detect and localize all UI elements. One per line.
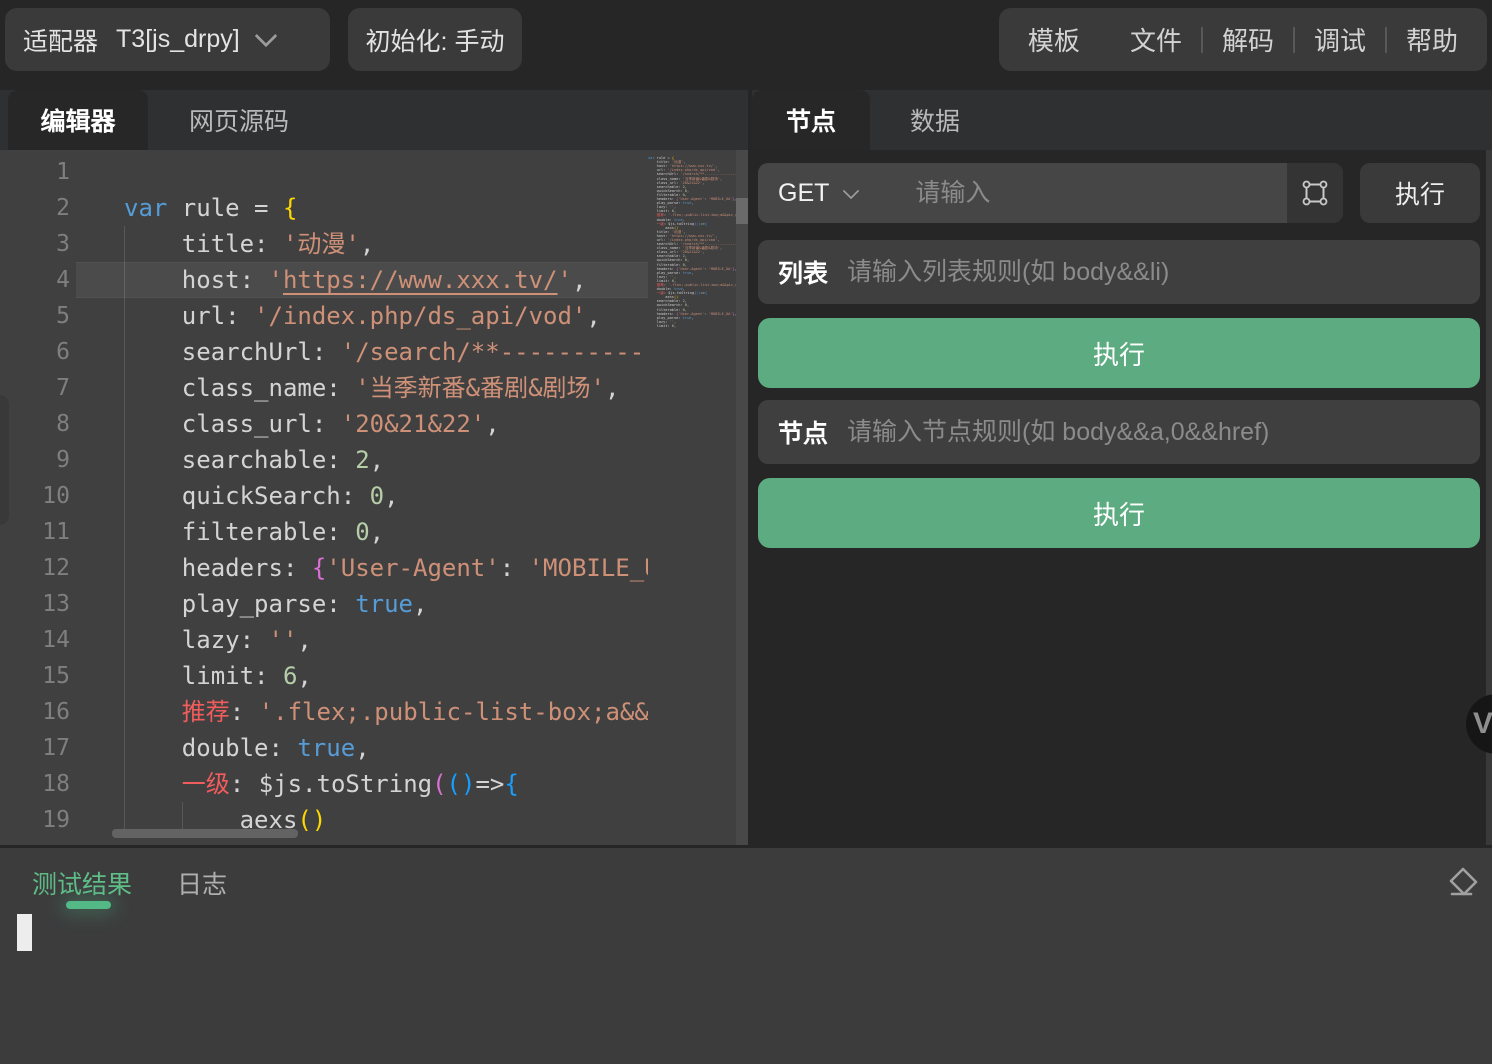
editor-tabbar: 编辑器 网页源码 xyxy=(0,90,748,150)
method-value: GET xyxy=(778,179,829,208)
active-tab-indicator xyxy=(66,901,111,909)
code-editor[interactable]: 12345678910111213141516171819 var rule =… xyxy=(0,150,748,845)
menu-item-decode[interactable]: 解码 xyxy=(1203,21,1293,58)
code-line[interactable]: url: '/index.php/ds_api/vod', xyxy=(124,298,648,334)
minimap[interactable]: var rule = { title: '动漫', host: 'https:/… xyxy=(648,152,736,842)
tab-editor[interactable]: 编辑器 xyxy=(8,90,148,150)
code-line[interactable]: double: true, xyxy=(124,730,648,766)
code-line[interactable]: filterable: 0, xyxy=(124,514,648,550)
list-rule-input[interactable] xyxy=(845,257,1460,288)
chevron-down-icon xyxy=(254,25,277,48)
code-line[interactable]: 一级: $js.toString(()=>{ xyxy=(124,766,648,802)
menu-item-help[interactable]: 帮助 xyxy=(1387,21,1477,58)
editor-panel: 编辑器 网页源码 12345678910111213141516171819 v… xyxy=(0,90,748,845)
code-line[interactable]: limit: 6, xyxy=(124,658,648,694)
topbar: 适配器 T3[js_drpy] 初始化: 手动 模板 文件 解码 调试 帮助 xyxy=(0,0,1492,90)
adapter-value: T3[js_drpy] xyxy=(116,25,240,54)
code-line[interactable]: class_url: '20&21&22', xyxy=(124,406,648,442)
scrollbar-thumb[interactable] xyxy=(736,198,748,224)
chevron-down-icon xyxy=(843,182,860,199)
adapter-label: 适配器 xyxy=(23,22,98,58)
code-line[interactable]: searchUrl: '/search/**------------------… xyxy=(124,334,648,370)
selection-frame-icon xyxy=(1301,179,1329,207)
request-url-row: GET 执行 xyxy=(758,163,1480,223)
url-input-group: GET xyxy=(758,163,1343,223)
node-rule-row: 节点 xyxy=(758,400,1480,464)
code-line[interactable]: lazy: '', xyxy=(124,622,648,658)
text-cursor xyxy=(17,914,32,951)
menu-item-template[interactable]: 模板 xyxy=(1009,21,1099,58)
code-line[interactable]: quickSearch: 0, xyxy=(124,478,648,514)
editor-horizontal-scrollbar[interactable] xyxy=(112,829,298,838)
line-number-gutter: 12345678910111213141516171819 xyxy=(0,154,70,838)
tab-test-result[interactable]: 测试结果 xyxy=(32,865,132,901)
url-input[interactable] xyxy=(875,163,1287,223)
execute-node-rule-button[interactable]: 执行 xyxy=(758,478,1480,548)
request-tabbar: 节点 数据 xyxy=(752,90,1492,150)
menu-item-debug[interactable]: 调试 xyxy=(1295,21,1385,58)
list-rule-label: 列表 xyxy=(778,254,828,290)
list-rule-row: 列表 xyxy=(758,240,1480,304)
execute-request-button[interactable]: 执行 xyxy=(1360,163,1480,223)
code-line[interactable]: searchable: 2, xyxy=(124,442,648,478)
init-mode-button[interactable]: 初始化: 手动 xyxy=(348,8,522,71)
request-content: GET 执行 列表 执行 xyxy=(752,150,1492,845)
node-rule-label: 节点 xyxy=(778,414,828,450)
execute-list-rule-button[interactable]: 执行 xyxy=(758,318,1480,388)
code-line[interactable]: title: '动漫', xyxy=(124,226,648,262)
code-line[interactable]: headers: {'User-Agent': 'MOBILE_UA'}, xyxy=(124,550,648,586)
adapter-selector[interactable]: 适配器 T3[js_drpy] xyxy=(5,8,330,71)
code-line[interactable]: host: 'https://www.xxx.tv/', xyxy=(124,262,648,298)
editor-vertical-scrollbar[interactable] xyxy=(736,150,748,845)
clear-results-button[interactable] xyxy=(1445,864,1479,898)
code-line[interactable] xyxy=(124,154,648,190)
method-selector[interactable]: GET xyxy=(758,163,875,223)
result-panel: 测试结果 日志 xyxy=(0,848,1492,1064)
tab-data[interactable]: 数据 xyxy=(870,90,1000,150)
code-line[interactable]: 推荐: '.flex;.public-list-box;a&&pic_one xyxy=(124,694,648,730)
menu-item-file[interactable]: 文件 xyxy=(1111,21,1201,58)
left-drawer-handle[interactable] xyxy=(0,395,9,525)
tab-log[interactable]: 日志 xyxy=(177,865,227,901)
topbar-menu: 模板 文件 解码 调试 帮助 xyxy=(999,8,1487,71)
code-line[interactable]: class_name: '当季新番&番剧&剧场', xyxy=(124,370,648,406)
code-area[interactable]: var rule = { title: '动漫', host: 'https:/… xyxy=(124,154,648,838)
tab-node[interactable]: 节点 xyxy=(752,90,870,150)
tab-web-source[interactable]: 网页源码 xyxy=(148,90,330,150)
code-line[interactable]: var rule = { xyxy=(124,190,648,226)
scroll-float-label: V xyxy=(1473,707,1492,741)
request-panel: 节点 数据 GET 执行 xyxy=(752,90,1492,845)
element-picker-button[interactable] xyxy=(1287,163,1343,223)
code-line[interactable]: play_parse: true, xyxy=(124,586,648,622)
node-rule-input[interactable] xyxy=(845,417,1460,448)
